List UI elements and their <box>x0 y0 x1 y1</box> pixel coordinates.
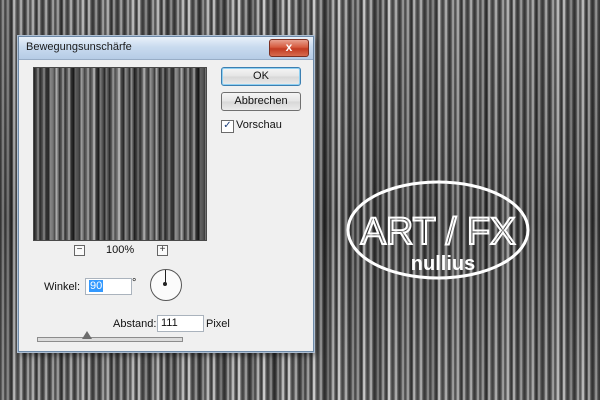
preview-shading <box>34 68 206 240</box>
dialog-title: Bewegungsunschärfe <box>26 41 132 53</box>
degree-unit: ° <box>132 277 137 289</box>
minus-icon: − <box>76 244 83 255</box>
preview-checkbox[interactable]: ✓ <box>221 120 234 133</box>
motion-blur-dialog: Bewegungsunschärfe x − 100% + OK Abbrech… <box>18 36 314 352</box>
logo-text-bottom: nullius <box>411 253 475 275</box>
dialog-titlebar[interactable]: Bewegungsunschärfe x <box>19 37 313 60</box>
zoom-level: 100% <box>106 244 135 256</box>
close-button[interactable]: x <box>269 39 309 57</box>
plus-icon: + <box>159 244 166 255</box>
close-icon: x <box>285 40 293 54</box>
distance-unit: Pixel <box>206 318 230 330</box>
zoom-out-button[interactable]: − <box>74 245 85 256</box>
logo-text-top: ART / FX <box>361 211 516 253</box>
ok-button[interactable]: OK <box>221 67 301 86</box>
distance-input[interactable]: 111 <box>157 315 204 332</box>
distance-label: Abstand: <box>113 318 157 330</box>
distance-value: 111 <box>161 317 178 329</box>
angle-dial-center <box>163 282 167 286</box>
angle-label: Winkel: <box>44 281 81 293</box>
angle-value: 90 <box>89 280 104 292</box>
preview-checkbox-label: Vorschau <box>236 119 282 131</box>
cancel-button[interactable]: Abbrechen <box>221 92 301 111</box>
zoom-in-button[interactable]: + <box>157 245 168 256</box>
artfx-nullius-logo: ART / FX nullius <box>346 180 530 280</box>
distance-slider-track[interactable] <box>37 337 183 342</box>
check-icon: ✓ <box>223 120 232 131</box>
distance-slider-thumb[interactable] <box>82 331 93 339</box>
angle-input[interactable]: 90 <box>85 278 132 295</box>
preview-window[interactable] <box>33 67 207 241</box>
